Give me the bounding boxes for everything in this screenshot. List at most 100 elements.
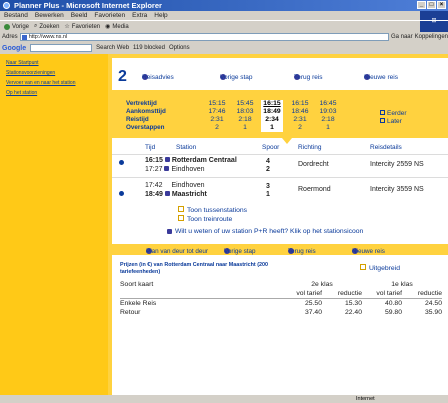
- sidebar-item-vervoer[interactable]: Vervoer van en naar het station: [6, 80, 108, 86]
- changes: 2: [298, 124, 302, 131]
- station-info-icon[interactable]: [164, 191, 170, 196]
- leg1-platform-dep: 4: [266, 158, 270, 165]
- menu-extra[interactable]: Extra: [132, 11, 147, 20]
- col-1e-klas: 1e klas: [391, 281, 413, 288]
- star-icon: ☆: [64, 24, 70, 30]
- later-label: Later: [387, 118, 402, 125]
- terug-reis-label: Terug reis: [294, 74, 323, 81]
- google-toolbar: Google Search Web 119 blocked Options: [0, 42, 448, 54]
- menu-beeld[interactable]: Beeld: [71, 11, 88, 20]
- links-button[interactable]: Koppelingen: [415, 34, 448, 40]
- bottom-navigation: Plan van deur tot deur Vorige stap Terug…: [112, 244, 448, 255]
- dep-time: 16:15: [291, 100, 309, 107]
- price-cell: 22.40: [344, 309, 362, 316]
- row-label: Enkele Reis: [120, 300, 157, 307]
- arrow-down-icon: [380, 118, 385, 123]
- leg2-arr-time: 18:49: [145, 191, 163, 198]
- pr-info[interactable]: Wilt u weten of uw station P+R heeft? Kl…: [167, 228, 363, 235]
- journey-option-4[interactable]: 16:15 18:46 2:31 2: [289, 100, 311, 132]
- pr-info-text: Wilt u weten of uw station P+R heeft? Kl…: [175, 228, 364, 235]
- search-label: Zoeken: [39, 23, 60, 30]
- plan-door-to-door-label: Plan van deur tot deur: [146, 248, 208, 255]
- arr-time: 18:03: [236, 108, 254, 115]
- sidebar-item-op-station[interactable]: Op het station: [6, 90, 108, 96]
- arrow-up-icon: [380, 110, 385, 115]
- leg1-arr-station[interactable]: Eindhoven: [171, 166, 204, 173]
- leg1-dep-time: 16:15: [145, 157, 163, 164]
- sidebar-item-startpunt[interactable]: Naar Startpunt: [6, 60, 108, 66]
- menu-bestand[interactable]: Bestand: [4, 11, 28, 20]
- favorites-button[interactable]: ☆ Favorieten: [64, 23, 100, 31]
- changes: 1: [326, 124, 330, 131]
- dep-time: 15:45: [236, 100, 254, 107]
- journey-option-3-selected[interactable]: 16:15 18:49 2:34 1: [261, 100, 283, 132]
- duration: 2:31: [210, 116, 224, 123]
- leg2-direction: Roermond: [298, 186, 331, 193]
- address-field[interactable]: http://www.ns.nl: [19, 33, 389, 41]
- journey-option-5[interactable]: 16:45 19:03 2:18 1: [317, 100, 339, 132]
- header-reisdetails: Reisdetails: [370, 144, 402, 151]
- minimize-button[interactable]: _: [417, 1, 426, 9]
- price-cell: 40.80: [384, 300, 402, 307]
- table-row: Retour 37.40 22.40 59.80 35.90: [120, 308, 442, 317]
- menu-bewerken[interactable]: Bewerken: [35, 11, 64, 20]
- back-button[interactable]: Vorige: [4, 23, 30, 30]
- later-link[interactable]: Later: [380, 118, 407, 126]
- dep-time: 16:45: [319, 100, 337, 107]
- journey-option-2[interactable]: 15:45 18:03 2:18 1: [234, 100, 256, 132]
- maximize-button[interactable]: □: [427, 1, 436, 9]
- search-button[interactable]: ⌕ Zoeken: [34, 23, 59, 30]
- close-button[interactable]: ×: [437, 1, 446, 9]
- station-info-icon[interactable]: [164, 166, 170, 171]
- leg1-depart: 16:15 Rotterdam Centraal: [145, 157, 237, 164]
- station-info-icon: [167, 229, 172, 234]
- bottom-terug-reis-label: Terug reis: [288, 248, 316, 255]
- google-logo[interactable]: Google: [2, 45, 26, 52]
- uitgebreid-link[interactable]: Uitgebreid: [360, 264, 400, 272]
- time-labels: Vertrektijd Aankomsttijd Reistijd Overst…: [126, 100, 166, 132]
- leg2-dep-station[interactable]: Eindhoven: [171, 182, 204, 189]
- address-label: Adres: [2, 34, 18, 40]
- search-icon: ⌕: [34, 23, 38, 29]
- ie-icon: [3, 2, 10, 9]
- duration: 2:31: [293, 116, 307, 123]
- go-button[interactable]: Ga naar: [391, 34, 413, 40]
- menu-help[interactable]: Help: [154, 11, 167, 20]
- bottom-nieuwe-reis-label: Nieuwe reis: [352, 248, 385, 255]
- leg2-platforms: 31: [266, 183, 270, 199]
- menu-favorieten[interactable]: Favorieten: [94, 11, 125, 20]
- label-reistijd: Reistijd: [126, 116, 149, 123]
- internet-zone: Internet: [356, 396, 375, 402]
- price-cell: 35.90: [424, 309, 442, 316]
- price-cell: 25.50: [304, 300, 322, 307]
- leg2-arr-station[interactable]: Maastricht: [172, 191, 207, 198]
- col-2e-klas: 2e klas: [311, 281, 333, 288]
- address-bar: Adres http://www.ns.nl Ga naar Koppeling…: [0, 32, 448, 42]
- table-row: Enkele Reis 25.50 15.30 40.80 24.50: [120, 299, 442, 309]
- price-table: Soort kaart 2e klas 1e klas vol tarief r…: [120, 280, 442, 317]
- back-label: Vorige: [12, 23, 30, 30]
- vorige-stap-label: Vorige stap: [220, 74, 253, 81]
- header-spoor: Spoor: [262, 144, 280, 151]
- media-button[interactable]: ◉ Media: [105, 23, 129, 31]
- search-web-button[interactable]: Search Web: [96, 45, 129, 51]
- prices-title: Prijzen (in €) van Rotterdam Centraal na…: [120, 262, 268, 275]
- earlier-link[interactable]: Eerder: [380, 110, 407, 118]
- leg1-dep-station[interactable]: Rotterdam Centraal: [172, 157, 237, 164]
- journey-option-1[interactable]: 15:15 17:46 2:31 2: [206, 100, 228, 132]
- show-train-route-link[interactable]: Toon treinroute: [178, 215, 247, 224]
- sub-vol-tarief: vol tarief: [282, 289, 322, 299]
- page-content: Naar Startpunt Stationsvoorzieningen Ver…: [0, 54, 448, 395]
- google-search-input[interactable]: [30, 44, 93, 52]
- station-info-icon[interactable]: [164, 157, 170, 162]
- leg1-details: Intercity 2559 NS: [370, 161, 424, 168]
- row-label: Retour: [120, 309, 141, 316]
- google-options-button[interactable]: Options: [169, 45, 190, 51]
- popup-blocked-counter[interactable]: 119 blocked: [133, 45, 165, 51]
- price-cell: 59.80: [384, 309, 402, 316]
- leg-marker-icon: [119, 160, 124, 165]
- show-intermediate-stations-link[interactable]: Toon tussenstations: [178, 206, 247, 215]
- leg1-platform-arr: 2: [266, 166, 270, 173]
- leg1-platforms: 42: [266, 158, 270, 174]
- sidebar-item-voorzieningen[interactable]: Stationsvoorzieningen: [6, 70, 108, 76]
